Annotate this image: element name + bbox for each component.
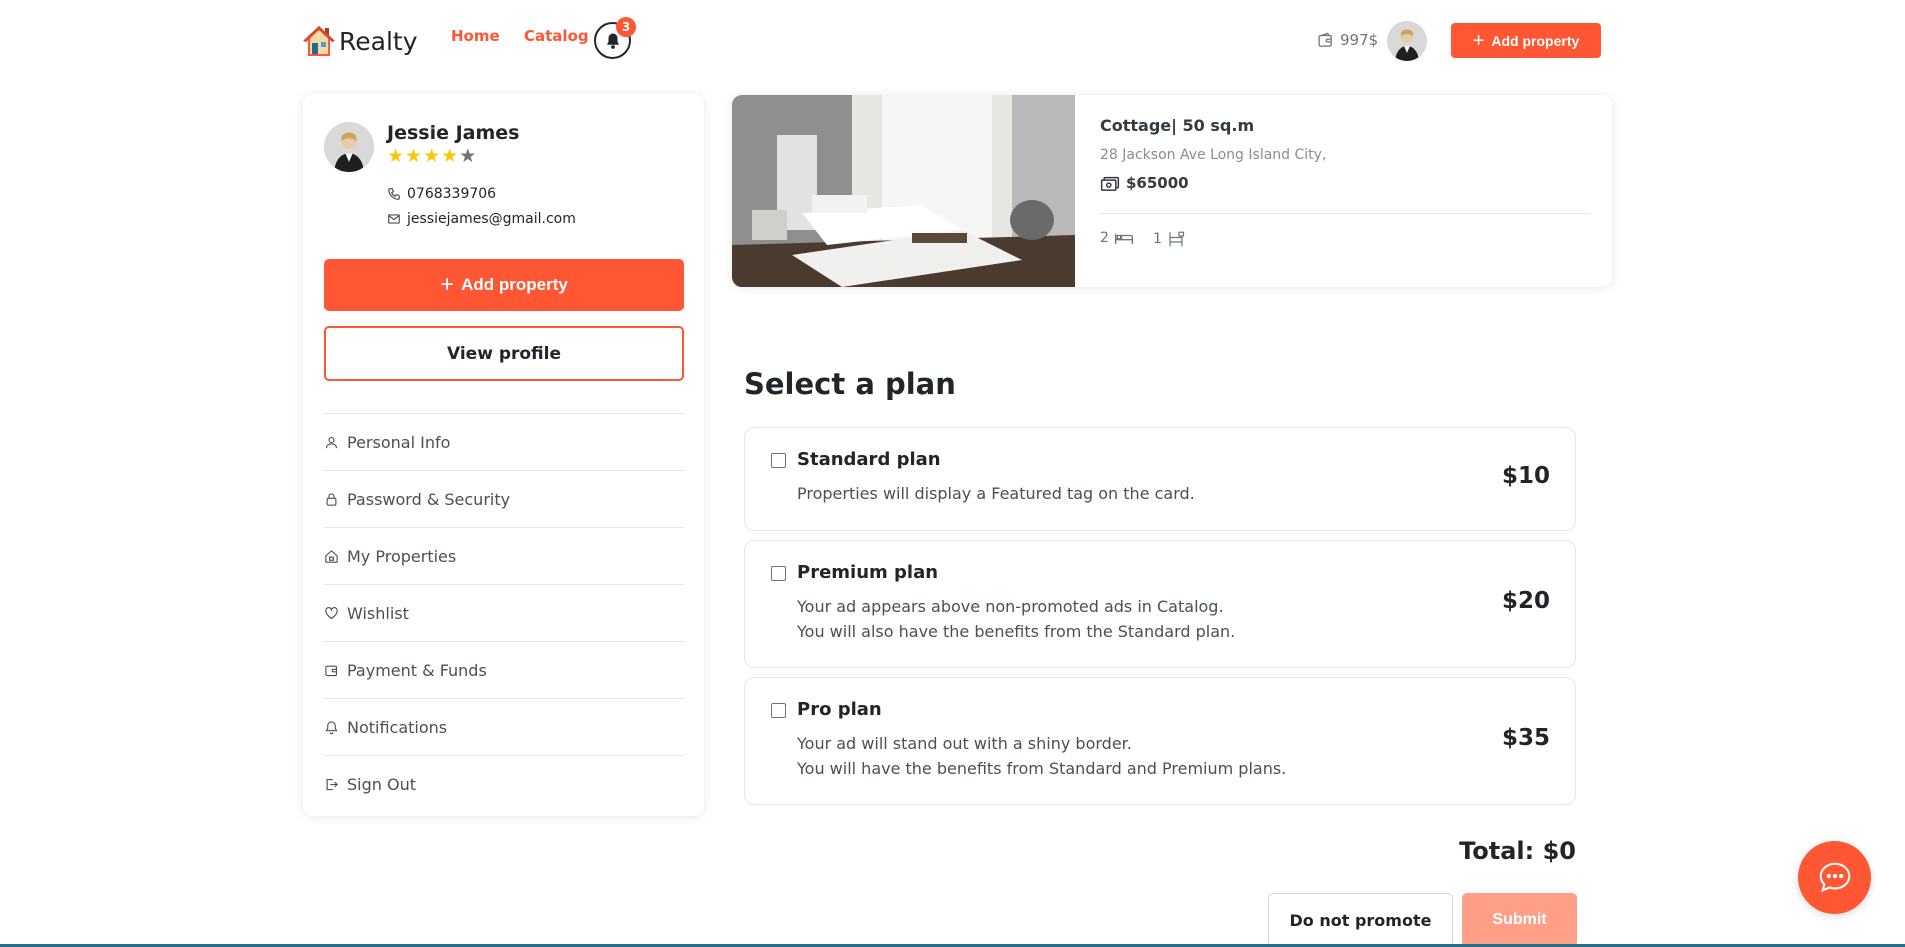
profile-sidebar: Jessie James ★ ★ ★ ★ ★ 0768339706 jessie…: [303, 94, 704, 816]
money-icon: [1100, 176, 1120, 191]
plan-premium-checkbox[interactable]: [771, 566, 786, 581]
bath-icon: [1169, 231, 1185, 247]
plan-description: Your ad appears above non-promoted ads i…: [797, 597, 1236, 641]
profile-email: jessiejames@gmail.com: [387, 211, 576, 227]
property-address: 28 Jackson Ave Long Island City,: [1100, 147, 1327, 163]
plan-name: Premium plan: [797, 562, 939, 583]
sidebar-add-property-button[interactable]: + Add property: [324, 259, 684, 311]
user-icon: [325, 436, 338, 448]
plan-price: $20: [1501, 588, 1550, 614]
plan-price: $35: [1501, 725, 1550, 751]
plan-pro[interactable]: Pro plan Your ad will stand out with a s…: [744, 677, 1576, 805]
plan-description: Properties will display a Featured tag o…: [797, 484, 1195, 503]
notification-count-badge: 3: [616, 17, 636, 37]
wallet-amount: 997$: [1340, 31, 1379, 49]
plan-description: Your ad will stand out with a shiny bord…: [797, 734, 1287, 778]
menu-item-sign-out[interactable]: Sign Out: [324, 755, 684, 812]
user-avatar[interactable]: [1387, 21, 1427, 61]
profile-avatar: [324, 122, 374, 172]
property-divider: [1100, 213, 1590, 214]
menu-item-wishlist[interactable]: Wishlist: [324, 584, 684, 641]
sign-out-icon: [326, 778, 338, 790]
star-icon: ★: [405, 145, 423, 167]
view-profile-button[interactable]: View profile: [324, 326, 684, 381]
submit-button[interactable]: Submit: [1462, 893, 1577, 947]
property-price: $65000: [1100, 174, 1189, 192]
menu-item-payment-funds[interactable]: Payment & Funds: [324, 641, 684, 698]
profile-name: Jessie James: [387, 122, 520, 144]
account-menu: Personal Info Password & Security My Pro…: [324, 413, 684, 812]
plan-standard-checkbox[interactable]: [771, 453, 786, 468]
profile-phone: 0768339706: [387, 186, 496, 202]
bell-icon: [325, 720, 338, 734]
nav-catalog-link[interactable]: Catalog: [524, 27, 589, 45]
wallet-icon: [325, 665, 338, 676]
plus-icon: +: [1472, 29, 1485, 52]
top-navbar: Realty Home Catalog 3 997$ + Add propert…: [0, 0, 1905, 80]
plan-name: Pro plan: [797, 699, 882, 720]
menu-item-my-properties[interactable]: My Properties: [324, 527, 684, 584]
property-card[interactable]: Cottage| 50 sq.m 28 Jackson Ave Long Isl…: [732, 95, 1612, 287]
rating-stars: ★ ★ ★ ★ ★: [387, 147, 476, 166]
select-plan-heading: Select a plan: [744, 367, 956, 401]
plan-total: Total: $0: [1459, 837, 1576, 865]
do-not-promote-button[interactable]: Do not promote: [1268, 893, 1453, 947]
menu-item-password-security[interactable]: Password & Security: [324, 470, 684, 527]
chat-button[interactable]: [1798, 841, 1871, 914]
wallet-balance[interactable]: 997$: [1317, 31, 1378, 49]
lock-icon: [326, 492, 337, 506]
property-bathrooms: 1: [1153, 230, 1185, 248]
chat-bubble-icon: [1819, 862, 1850, 892]
house-logo-icon: [303, 26, 335, 56]
brand-name: Realty: [339, 26, 418, 56]
star-icon: ★: [387, 145, 405, 167]
property-bedrooms: 2: [1100, 230, 1134, 246]
menu-item-notifications[interactable]: Notifications: [324, 698, 684, 755]
property-title: Cottage| 50 sq.m: [1100, 116, 1255, 135]
avatar-image: [1387, 21, 1427, 61]
heart-icon: [325, 606, 338, 619]
nav-home-link[interactable]: Home: [451, 27, 500, 45]
phone-icon: [388, 188, 400, 200]
menu-item-personal-info[interactable]: Personal Info: [324, 413, 684, 470]
brand-logo[interactable]: Realty: [303, 24, 418, 58]
plan-standard[interactable]: Standard plan Properties will display a …: [744, 427, 1576, 531]
wallet-icon: [1318, 32, 1332, 47]
star-empty-icon: ★: [459, 145, 477, 167]
plan-pro-checkbox[interactable]: [771, 703, 786, 718]
plan-name: Standard plan: [797, 449, 941, 470]
header-add-property-label: Add property: [1491, 32, 1580, 49]
bed-icon: [1114, 233, 1133, 244]
plus-icon: +: [440, 271, 455, 298]
plan-premium[interactable]: Premium plan Your ad appears above non-p…: [744, 540, 1576, 668]
property-photo: [732, 95, 1075, 287]
star-icon: ★: [423, 145, 441, 167]
header-add-property-button[interactable]: + Add property: [1451, 23, 1601, 58]
star-icon: ★: [441, 145, 459, 167]
plan-price: $10: [1501, 463, 1550, 489]
avatar-image: [324, 122, 374, 172]
mail-icon: [388, 214, 400, 224]
home-icon: [325, 549, 338, 563]
